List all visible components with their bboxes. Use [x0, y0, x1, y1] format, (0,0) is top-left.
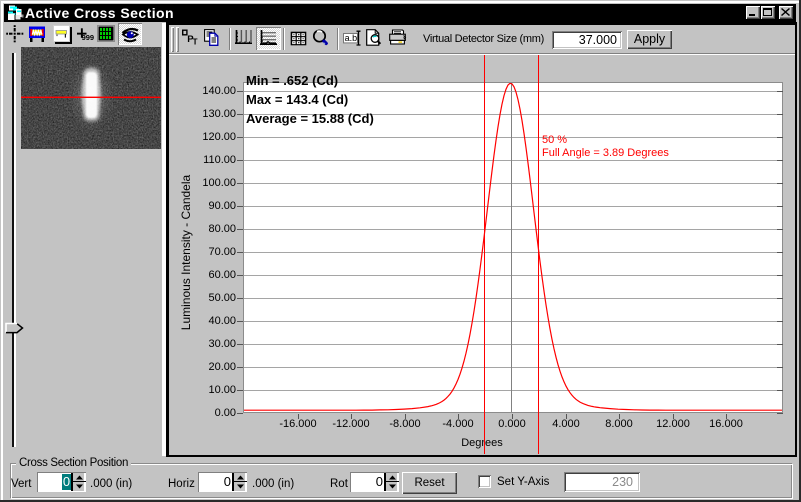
svg-text:a.b: a.b — [345, 33, 358, 43]
svg-text:999: 999 — [82, 33, 94, 42]
svg-text:T: T — [193, 38, 198, 46]
